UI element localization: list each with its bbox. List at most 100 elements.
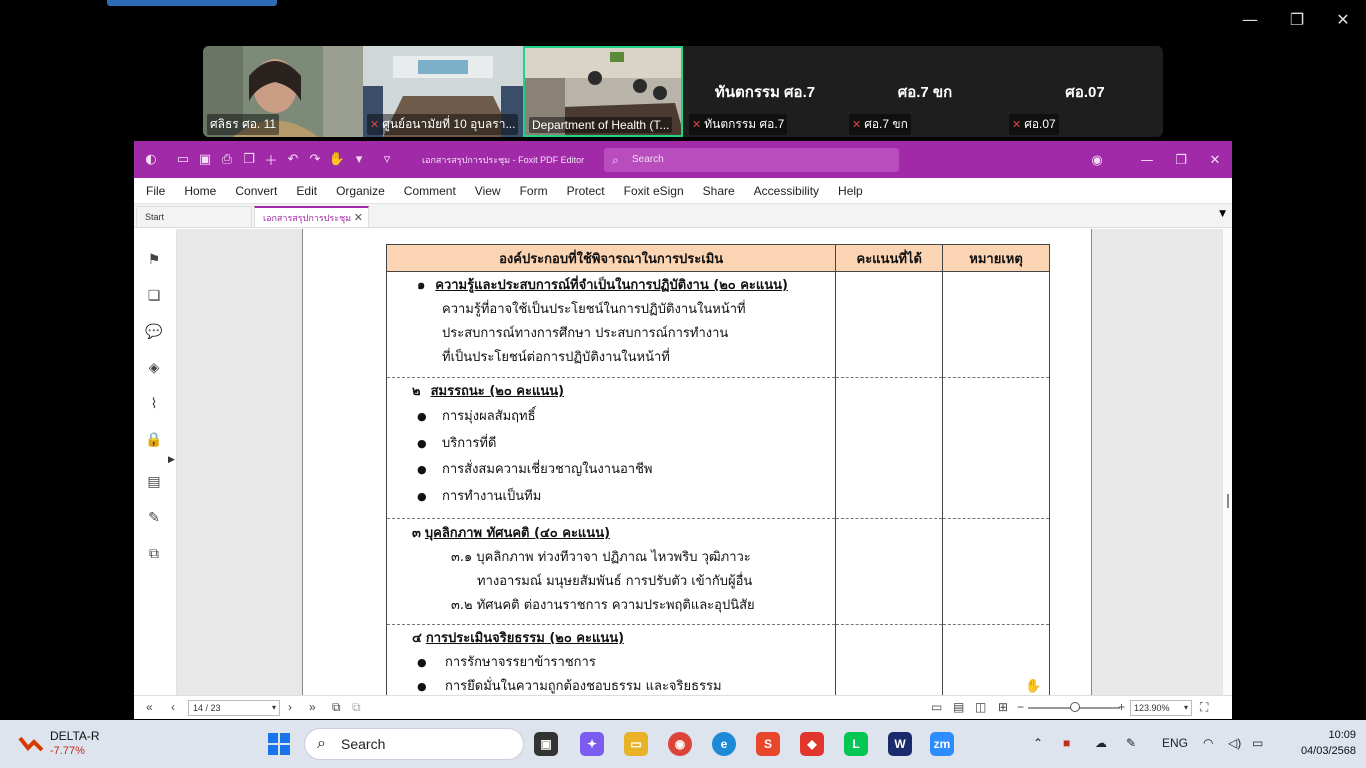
zoom-out-icon[interactable]: −	[1017, 700, 1024, 714]
stock-name[interactable]: DELTA-R	[50, 729, 100, 743]
compare-icon[interactable]: ⧉	[144, 544, 164, 564]
continuous-page-icon[interactable]: ▤	[953, 700, 964, 714]
wifi-icon[interactable]: ◠	[1203, 736, 1213, 750]
battery-icon[interactable]: ▭	[1252, 736, 1263, 750]
menu-accessibility[interactable]: Accessibility	[754, 184, 819, 198]
zoom-share-tab[interactable]	[107, 0, 277, 6]
restore-icon[interactable]: ❐	[1285, 8, 1309, 32]
edge-icon[interactable]: e	[712, 732, 736, 756]
tab-start[interactable]: Start	[136, 206, 252, 228]
continuous-facing-icon[interactable]: ⊞	[998, 700, 1008, 714]
copilot-icon[interactable]: ✦	[580, 732, 604, 756]
hand-tool-icon[interactable]: ✋	[326, 149, 348, 171]
stock-widget-icon[interactable]	[18, 732, 44, 754]
close-icon[interactable]: ✕	[1331, 8, 1355, 32]
bookmark-icon[interactable]: ⚑	[144, 250, 164, 270]
account-icon[interactable]: ◉	[1086, 149, 1108, 171]
page-number-input[interactable]: 14 / 23 ▾	[188, 700, 280, 716]
app-w-icon[interactable]: W	[888, 732, 912, 756]
print-icon[interactable]: ⎙	[216, 149, 238, 171]
participant-tile[interactable]: ทันตกรรม ศอ.7 ✕ ทันตกรรม ศอ.7	[685, 46, 845, 137]
taskbar: DELTA-R -7.77% ⌕ Search ▣ ✦ ▭ ◉ e S ◆ L …	[0, 720, 1366, 768]
restore-icon[interactable]: ❐	[1170, 149, 1192, 171]
close-icon[interactable]: ✕	[1204, 149, 1226, 171]
open-folder-icon[interactable]: ▭	[172, 149, 194, 171]
menu-home[interactable]: Home	[184, 184, 216, 198]
chevron-down-icon[interactable]: ▾	[272, 701, 276, 715]
previous-view-icon[interactable]: ⧉	[332, 700, 341, 715]
search-input[interactable]: ⌕ Search	[604, 148, 899, 172]
clock-date[interactable]: 04/03/2568	[1296, 745, 1356, 757]
participant-tile[interactable]: ศลิธร ศอ. 11	[203, 46, 363, 137]
participant-tile[interactable]: ศอ.7 ขก ✕ ศอ.7 ขก	[845, 46, 1005, 137]
security-icon[interactable]: 🔒	[144, 430, 164, 450]
task-view-icon[interactable]: ▣	[534, 732, 558, 756]
tab-list-chevron-icon[interactable]: ▼	[1219, 209, 1226, 219]
line-icon[interactable]: L	[844, 732, 868, 756]
menu-help[interactable]: Help	[838, 184, 863, 198]
column-header-score: คะแนนที่ได้	[835, 244, 944, 272]
menu-file[interactable]: File	[146, 184, 165, 198]
document-icon[interactable]: ▤	[144, 472, 164, 492]
next-page-icon[interactable]: ›	[288, 700, 292, 714]
new-page-icon[interactable]: ＋	[260, 149, 282, 171]
attachment-icon[interactable]: ⌇	[144, 394, 164, 414]
zoom-app-icon[interactable]: zm	[930, 732, 954, 756]
onedrive-icon[interactable]: ☁	[1095, 736, 1107, 750]
menu-organize[interactable]: Organize	[336, 184, 385, 198]
fullscreen-icon[interactable]: ⛶	[1200, 700, 1208, 715]
previous-page-icon[interactable]: ‹	[171, 700, 175, 714]
layers-icon[interactable]: ◈	[144, 358, 164, 378]
menu-edit[interactable]: Edit	[296, 184, 317, 198]
vertical-scrollbar[interactable]	[1222, 229, 1232, 695]
file-explorer-icon[interactable]: ▭	[624, 732, 648, 756]
menu-foxit-esign[interactable]: Foxit eSign	[624, 184, 684, 198]
pen-icon[interactable]: ✎	[1126, 736, 1136, 750]
close-icon[interactable]: ✕	[354, 208, 363, 228]
participant-tile[interactable]: ✕ ศูนย์อนามัยที่ 10 อุบลรา...	[363, 46, 523, 137]
app-s-icon[interactable]: S	[756, 732, 780, 756]
zoom-in-icon[interactable]: +	[1118, 700, 1125, 714]
undo-icon[interactable]: ↶	[282, 149, 304, 171]
tray-app-icon[interactable]: ■	[1063, 736, 1070, 750]
volume-icon[interactable]: ◁)	[1228, 736, 1241, 750]
last-page-icon[interactable]: »	[309, 700, 316, 714]
chevron-down-icon[interactable]: ▾	[348, 149, 370, 171]
minimize-icon[interactable]: —	[1238, 8, 1262, 32]
pages-icon[interactable]: ❏	[144, 286, 164, 306]
chevron-down-icon[interactable]: ▾	[1184, 701, 1188, 715]
menu-comment[interactable]: Comment	[404, 184, 456, 198]
redo-icon[interactable]: ↷	[304, 149, 326, 171]
tab-document[interactable]: เอกสารสรุปการประชุม ✕	[254, 206, 369, 228]
clock-time[interactable]: 10:09	[1314, 729, 1356, 741]
page-viewport[interactable]: องค์ประกอบที่ใช้พิจารณาในการประเมิน คะแน…	[177, 229, 1222, 695]
save-icon[interactable]: ▣	[194, 149, 216, 171]
first-page-icon[interactable]: «	[146, 700, 153, 714]
next-view-icon[interactable]: ⧉	[352, 700, 361, 715]
zoom-slider-knob[interactable]	[1070, 702, 1080, 712]
chevron-up-icon[interactable]: ⌃	[1033, 736, 1043, 750]
menu-view[interactable]: View	[475, 184, 501, 198]
expand-panel-icon[interactable]: ▶	[168, 455, 175, 465]
participant-tile-active-speaker[interactable]: Department of Health (T...	[523, 46, 683, 137]
minimize-icon[interactable]: —	[1136, 149, 1158, 171]
single-page-icon[interactable]: ▭	[931, 700, 942, 714]
copy-icon[interactable]: ❐	[238, 149, 260, 171]
customize-chevron-icon[interactable]: ▿	[376, 149, 398, 171]
signature-icon[interactable]: ✎	[144, 508, 164, 528]
comments-icon[interactable]: 💬	[144, 322, 164, 342]
menu-protect[interactable]: Protect	[567, 184, 605, 198]
anydesk-icon[interactable]: ◆	[800, 732, 824, 756]
menu-form[interactable]: Form	[520, 184, 548, 198]
participant-tile[interactable]: ศอ.07 ✕ ศอ.07	[1005, 46, 1163, 137]
menu-share[interactable]: Share	[703, 184, 735, 198]
scrollbar-thumb[interactable]	[1227, 494, 1229, 508]
windows-start-icon[interactable]	[267, 732, 291, 756]
facing-page-icon[interactable]: ◫	[975, 700, 986, 714]
zoom-level-select[interactable]: 123.90% ▾	[1130, 700, 1192, 716]
menu-convert[interactable]: Convert	[235, 184, 277, 198]
chrome-icon[interactable]: ◉	[668, 732, 692, 756]
language-indicator[interactable]: ENG	[1162, 736, 1188, 750]
section-heading: ๓บุคลิกภาพ ทัศนคติ (๔๐ คะแนน)	[412, 526, 611, 541]
taskbar-search[interactable]: ⌕ Search	[304, 728, 524, 760]
